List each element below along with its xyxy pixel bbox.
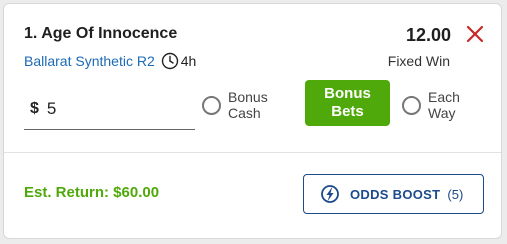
odds-boost-button[interactable]: ODDS BOOST (5) bbox=[303, 174, 484, 214]
bet-type-label: Fixed Win bbox=[387, 53, 450, 69]
odds-boost-label: ODDS BOOST bbox=[350, 186, 441, 202]
bet-slip-card: 1. Age Of Innocence 12.00 Ballarat Synth… bbox=[3, 3, 502, 239]
time-to-jump-text: 4h bbox=[180, 53, 197, 69]
close-icon bbox=[466, 25, 484, 43]
bonus-cash-option[interactable]: Bonus Cash bbox=[202, 89, 268, 121]
stake-field[interactable]: $ bbox=[24, 89, 195, 130]
each-way-label: Each Way bbox=[428, 89, 460, 121]
odds-boost-count: (5) bbox=[447, 186, 464, 202]
divider bbox=[4, 152, 501, 153]
remove-selection-button[interactable] bbox=[465, 24, 485, 44]
clock-icon bbox=[161, 52, 178, 70]
bonus-cash-label: Bonus Cash bbox=[228, 89, 268, 121]
bonus-bets-button[interactable]: Bonus Bets bbox=[305, 80, 390, 126]
each-way-radio[interactable] bbox=[402, 95, 421, 115]
odds-boost-icon bbox=[321, 185, 339, 203]
each-way-option[interactable]: Each Way bbox=[402, 89, 460, 121]
selection-name: 1. Age Of Innocence bbox=[24, 25, 178, 42]
currency-symbol: $ bbox=[30, 100, 39, 117]
bonus-cash-radio[interactable] bbox=[202, 95, 221, 115]
estimated-return: Est. Return: $60.00 bbox=[24, 184, 160, 201]
odds-value: 12.00 bbox=[405, 25, 451, 45]
time-to-jump: 4h bbox=[161, 52, 197, 70]
race-info: Ballarat Synthetic R2 4h bbox=[24, 52, 196, 70]
stake-input[interactable] bbox=[46, 99, 167, 119]
race-link[interactable]: Ballarat Synthetic R2 bbox=[24, 53, 155, 69]
